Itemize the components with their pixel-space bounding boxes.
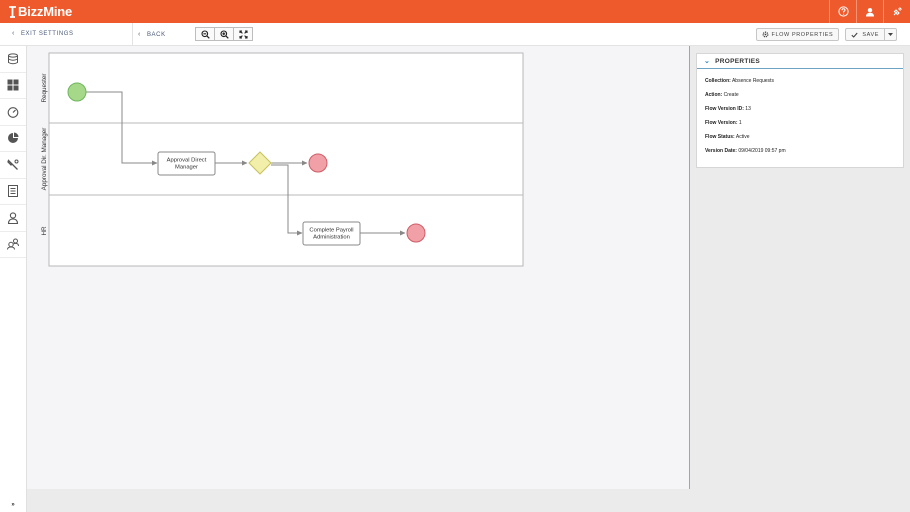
properties-title: PROPERTIES (715, 57, 761, 65)
property-row: Collection: Absence Requests (705, 78, 774, 84)
lane-label-hr[interactable]: HR (41, 226, 48, 236)
task-approval-direct-manager[interactable] (157, 151, 216, 176)
sidebar-item-user[interactable] (0, 205, 26, 232)
property-label: Collection: (705, 78, 731, 84)
left-sidebar: » (0, 46, 27, 512)
sidebar-item-reports[interactable] (0, 126, 26, 152)
property-value: 09/04/2019 09:57 pm (738, 148, 786, 154)
property-row: Flow Version: 1 (705, 120, 742, 126)
task-complete-payroll[interactable] (302, 221, 361, 246)
exit-settings-link[interactable]: ‹ EXIT SETTINGS (12, 30, 74, 37)
integrations-button[interactable] (883, 0, 910, 23)
property-label: Flow Status: (705, 134, 735, 140)
back-link[interactable]: ‹ BACK (138, 31, 166, 38)
properties-panel: ⌄ PROPERTIES Collection: Absence Request… (696, 53, 904, 168)
end-event[interactable] (308, 153, 328, 173)
property-label: Flow Version ID: (705, 106, 744, 112)
sidebar-item-documents[interactable] (0, 179, 26, 205)
sidebar-item-groups[interactable] (0, 232, 26, 258)
property-row: Action: Create (705, 92, 739, 98)
lane-label-approval[interactable]: Approval Dir. Manager (41, 128, 48, 191)
sidebar-item-tools[interactable] (0, 152, 26, 179)
flow-diagram: Requester Approval Dir. Manager HR Appro… (41, 52, 524, 267)
property-value: Active (735, 134, 750, 140)
sidebar-item-dashboard[interactable] (0, 73, 26, 99)
task-label-line2: Manager (175, 165, 198, 171)
chevron-left-icon: ‹ (12, 30, 15, 37)
gauge-icon (7, 106, 19, 118)
plug-icon (893, 7, 902, 16)
footer-strip (27, 489, 910, 512)
save-button[interactable]: SAVE (845, 28, 885, 41)
end-event[interactable] (406, 223, 426, 243)
toolbar-divider (132, 23, 133, 46)
flow-properties-button[interactable]: FLOW PROPERTIES (755, 28, 840, 41)
zoom-controls (195, 27, 253, 41)
start-event[interactable] (67, 82, 87, 102)
help-button[interactable] (829, 0, 856, 23)
fit-screen-icon (238, 29, 248, 39)
property-value: 13 (745, 106, 751, 112)
task-label-line2: Administration (313, 235, 350, 241)
sidebar-item-data[interactable] (0, 46, 26, 73)
collapse-sidebar-button[interactable]: » (0, 502, 26, 508)
list-icon (8, 185, 18, 198)
property-label: Action: (705, 92, 723, 98)
wrench-icon (7, 159, 19, 170)
property-row: Flow Status: Active (705, 134, 749, 140)
flow-properties-label: FLOW PROPERTIES (771, 31, 834, 38)
pool (48, 52, 524, 267)
user-outline-icon (7, 212, 19, 224)
toolbar: ‹ EXIT SETTINGS ‹ BACK FLOW PROPERTIES S… (0, 23, 910, 46)
zoom-out-button[interactable] (195, 27, 215, 41)
users-icon (7, 238, 19, 250)
help-icon (837, 6, 849, 17)
caret-down-icon (888, 33, 893, 36)
logo-mark-icon (8, 5, 17, 19)
check-icon (851, 32, 858, 38)
property-label: Flow Version: (705, 120, 738, 126)
chevron-down-icon: ⌄ (704, 58, 711, 65)
zoom-out-icon (200, 29, 210, 39)
zoom-in-button[interactable] (214, 27, 234, 41)
property-value: Absence Requests (731, 78, 774, 84)
user-icon (866, 7, 874, 16)
exit-settings-label: EXIT SETTINGS (20, 30, 74, 37)
lane-label-requester[interactable]: Requester (41, 73, 48, 102)
property-value: 1 (738, 120, 742, 126)
back-label: BACK (146, 31, 166, 38)
sidebar-item-performance[interactable] (0, 99, 26, 126)
dashboard-icon (7, 79, 19, 91)
database-icon (8, 53, 18, 64)
properties-header[interactable]: ⌄ PROPERTIES (697, 54, 903, 69)
flow-canvas[interactable]: Requester Approval Dir. Manager HR Appro… (27, 46, 690, 489)
fit-screen-button[interactable] (233, 27, 253, 41)
property-row: Flow Version ID: 13 (705, 106, 751, 112)
chevron-left-icon: ‹ (138, 31, 141, 38)
save-options-dropdown[interactable] (885, 28, 897, 41)
zoom-in-icon (219, 29, 229, 39)
property-row: Version Date: 09/04/2019 09:57 pm (705, 148, 786, 154)
save-label: SAVE (862, 31, 879, 38)
gear-icon (762, 31, 768, 38)
pie-chart-icon (8, 132, 19, 144)
user-menu-button[interactable] (856, 0, 883, 23)
brand-name: BizzMine (18, 4, 73, 19)
property-label: Version Date: (705, 148, 737, 154)
task-label-line1: Approval Direct (167, 158, 207, 164)
task-label-line1: Complete Payroll (309, 228, 353, 234)
brand-logo[interactable]: BizzMine (8, 3, 72, 20)
top-bar: BizzMine (0, 0, 910, 23)
property-value: Create (723, 92, 739, 98)
